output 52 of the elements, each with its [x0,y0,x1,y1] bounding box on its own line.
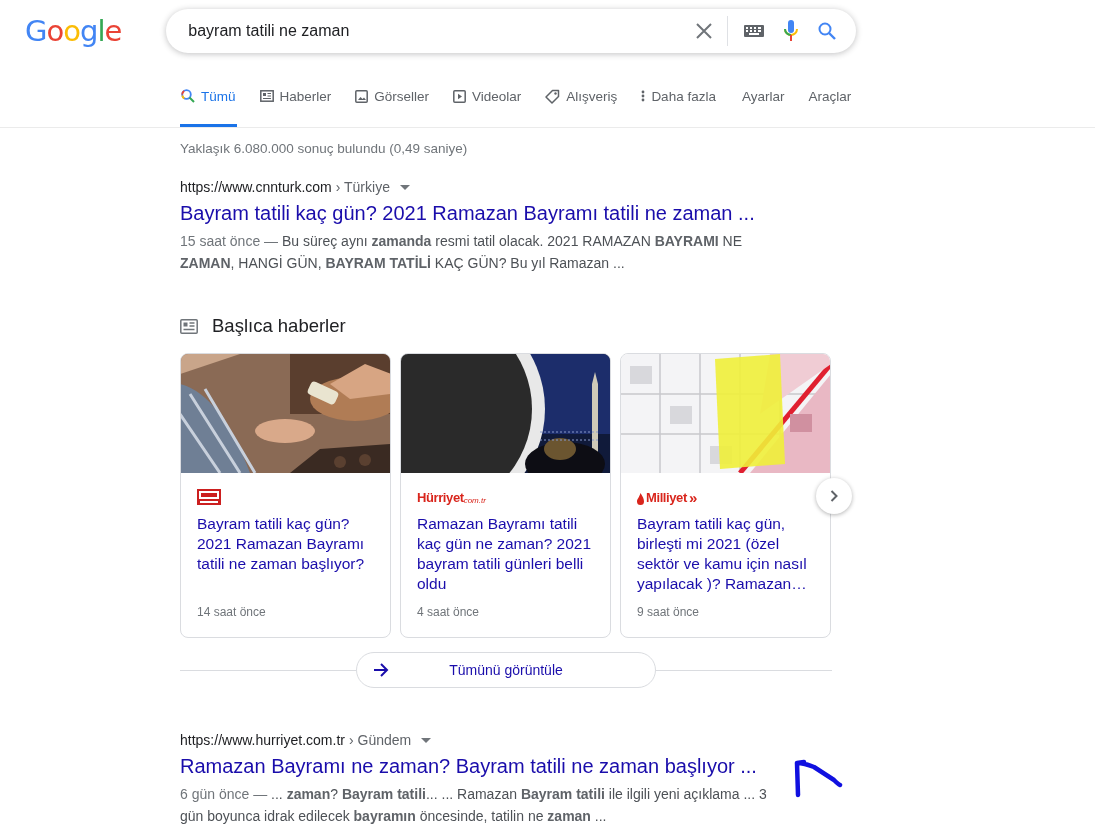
news-card[interactable]: Milliyet» Bayram tatili kaç gün, birleşti mi 2021 (özel sektör ve kamu için nasıl yapılacak )? Ramazan… 9 saat önce [620,353,831,638]
chevrons-mark: » [688,491,698,505]
publisher-logo: Hürriyet [417,491,464,505]
dropdown-caret-icon [421,737,432,743]
arrow-right-icon [373,663,389,677]
result-title-link[interactable]: Bayram tatili kaç gün? 2021 Ramazan Bayramı tatili ne zaman ... [180,200,832,226]
more-icon [641,90,646,102]
news-headline-link[interactable]: Bayram tatili kaç gün, birleşti mi 2021 (özel sektör ve kamu için nasıl yapılacak )? Ramazan… [637,514,814,594]
search-tab[interactable]: Alışveriş [544,68,619,127]
result-url[interactable]: https://www.cnnturk.com [180,179,332,195]
result-snippet: 15 saat önce — Bu süreç aynı zamanda resmi tatil olacak. 2021 RAMAZAN BAYRAMI NE ZAMAN, HANGİ GÜN, BAYRAM TATİLİ KAÇ GÜN? Bu yıl Ramazan ... [180,232,744,273]
google-logo[interactable]: Google [25,10,124,51]
search-field[interactable]: bayram tatili ne zaman [186,20,676,41]
search-tab[interactable]: Haberler [258,68,333,127]
publisher-domain: com.tr [463,496,486,505]
result-snippet: 6 gün önce — ... zaman? Bayram tatili... ... Ramazan Bayram tatili ile ilgili yeni açıklama ... 3 gün boyunca idrak edilecek bayramın öncesinde, tatilin ne zaman ... [180,785,768,826]
view-all-button[interactable]: Tümünü görüntüle [356,652,656,688]
play-icon [453,89,467,103]
search-tab[interactable]: Görseller [354,68,431,127]
breadcrumb: › Türkiye [335,179,390,195]
result-title-link[interactable]: Ramazan Bayramı ne zaman? Bayram tatili ne zaman başlıyor ... [180,753,832,779]
microphone-icon[interactable] [784,19,799,42]
newspaper-icon [180,318,198,334]
result-stats: Yaklaşık 6.080.000 sonuç bulundu (0,49 saniye) [180,141,469,158]
breadcrumb: › Gündem [348,732,412,748]
news-time: 4 saat önce [417,605,481,619]
dropdown-caret-icon [399,184,410,190]
publisher-logo: Milliyet [646,491,687,505]
result-url[interactable]: https://www.hurriyet.com.tr [180,732,345,748]
chevron-right-icon [830,490,838,502]
search-tab[interactable]: Daha fazla [640,68,717,127]
search-icon [181,89,195,103]
search-tab[interactable]: Araçlar [807,68,853,127]
close-icon[interactable] [695,21,714,40]
news-card[interactable]: Bayram tatili kaç gün? 2021 Ramazan Bayramı tatili ne zaman başlıyor? 14 saat önce [180,353,391,638]
keyboard-icon[interactable] [744,24,765,37]
news-logo-icon [197,489,221,505]
news-headline-link[interactable]: Ramazan Bayramı tatili kaç gün ne zaman? 2021 bayram tatili günleri belli oldu [417,514,594,594]
news-time: 14 saat önce [197,605,267,619]
newspaper-icon [259,90,274,102]
search-tab[interactable]: Videolar [452,68,523,127]
search-icon[interactable] [818,21,837,40]
news-time: 9 saat önce [637,605,701,619]
news-card[interactable]: Hürriyetcom.tr Ramazan Bayramı tatili kaç gün ne zaman? 2021 bayram tatili günleri belli oldu 4 saat önce [400,353,611,638]
flame-icon [637,493,644,505]
section-heading: Başlıca haberler [212,315,346,337]
tag-icon [545,88,561,104]
hand-drawn-arrow [794,758,844,798]
image-icon [355,89,369,103]
news-headline-link[interactable]: Bayram tatili kaç gün? 2021 Ramazan Bayramı tatili ne zaman başlıyor? [197,514,374,574]
search-tab[interactable]: Ayarlar [740,68,786,127]
search-tab[interactable]: Tümü [180,68,237,127]
